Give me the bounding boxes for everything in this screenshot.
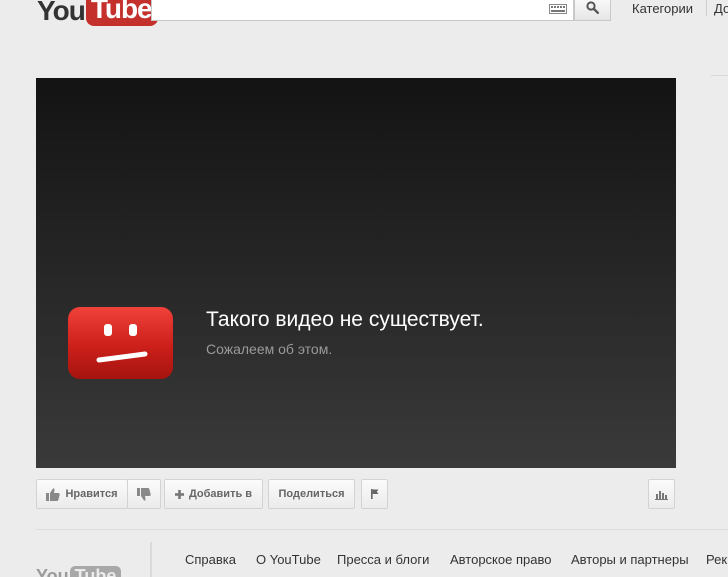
flag-button[interactable] (361, 479, 388, 509)
youtube-logo[interactable]: You Tube (37, 0, 158, 26)
share-label: Поделиться (278, 488, 345, 500)
footer-link-creators[interactable]: Авторы и партнеры (571, 552, 689, 567)
footer-link-press[interactable]: Пресса и блоги (337, 552, 429, 567)
share-button[interactable]: Поделиться (268, 479, 355, 509)
keyboard-icon[interactable] (549, 4, 567, 14)
footer-logo-tube: Tube (69, 566, 122, 577)
nav-more[interactable]: До (714, 1, 728, 16)
search-button[interactable] (574, 0, 611, 21)
logo-tube: Tube (85, 0, 158, 26)
add-to-button[interactable]: Добавить в (164, 479, 263, 509)
flag-icon (370, 489, 379, 499)
page: You Tube Категории До Такого видео не су… (0, 0, 728, 577)
nav-categories[interactable]: Категории (632, 1, 693, 16)
thumbs-up-icon (46, 487, 61, 501)
thumbs-down-icon (137, 487, 151, 501)
like-label: Нравится (65, 488, 118, 500)
error-subtitle: Сожалеем об этом. (206, 341, 333, 357)
logo-you: You (37, 0, 86, 26)
search-input[interactable] (151, 0, 574, 21)
footer-link-about[interactable]: О YouTube (256, 552, 321, 567)
stats-icon (655, 489, 668, 500)
video-player[interactable]: Такого видео не существует. Сожалеем об … (36, 78, 676, 468)
footer-column-divider (150, 542, 152, 577)
error-title: Такого видео не существует. (206, 308, 484, 331)
footer-link-copyright[interactable]: Авторское право (450, 552, 551, 567)
like-button[interactable]: Нравится (36, 479, 128, 509)
footer-logo-you: You (36, 566, 69, 577)
sad-tv-icon (68, 307, 173, 379)
stats-button[interactable] (648, 479, 675, 509)
nav-separator (706, 0, 707, 16)
footer-link-advertising[interactable]: Рек (706, 552, 727, 567)
footer-youtube-logo[interactable]: You Tube (36, 566, 122, 577)
plus-icon (174, 489, 184, 499)
footer-link-help[interactable]: Справка (185, 552, 236, 567)
search-icon (586, 1, 599, 14)
add-to-label: Добавить в (188, 488, 253, 500)
dislike-button[interactable] (127, 479, 161, 509)
footer-divider (36, 529, 728, 530)
divider (711, 75, 728, 76)
